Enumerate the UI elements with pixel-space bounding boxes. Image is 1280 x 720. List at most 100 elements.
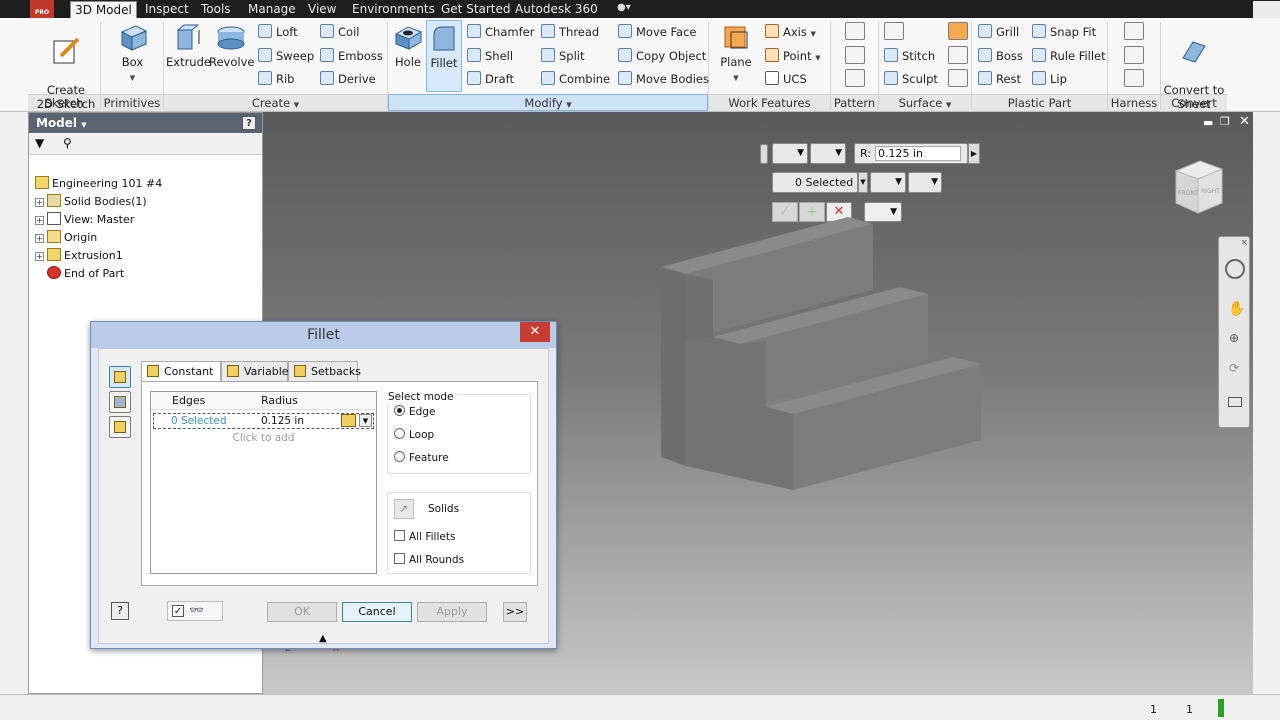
- filter-icon[interactable]: ▼: [35, 136, 44, 150]
- move-face-button[interactable]: Move Face: [618, 22, 697, 42]
- derive-button[interactable]: Derive: [320, 69, 376, 89]
- thread-button[interactable]: Thread: [541, 22, 599, 42]
- boss-button[interactable]: Boss: [978, 46, 1023, 66]
- all-rounds-checkbox[interactable]: All Rounds: [394, 553, 464, 566]
- find-binoculars-icon[interactable]: ⚲: [63, 136, 72, 150]
- snap-fit-button[interactable]: Snap Fit: [1032, 22, 1096, 42]
- edge-chain-dropdown[interactable]: ▼: [870, 172, 906, 193]
- extrude-button[interactable]: Extrude: [166, 22, 211, 90]
- pan-hand-icon[interactable]: ✋: [1228, 301, 1245, 317]
- revolve-button[interactable]: Revolve: [209, 22, 254, 90]
- ok-button[interactable]: OK: [267, 602, 337, 622]
- thicken-icon[interactable]: [884, 22, 904, 40]
- table-row[interactable]: 0 Selected 0.125 in ▼: [153, 413, 374, 429]
- tab-variable[interactable]: Variable: [221, 361, 289, 381]
- fillet-button[interactable]: Fillet: [426, 20, 462, 92]
- selection-dropdown[interactable]: ▼: [858, 172, 868, 193]
- expand-icon[interactable]: +: [35, 252, 44, 261]
- grill-button[interactable]: Grill: [978, 22, 1019, 42]
- quick-menu-icon[interactable]: ●▾: [617, 2, 631, 13]
- ucs-button[interactable]: UCS: [765, 69, 807, 89]
- rectangular-pattern-icon[interactable]: [845, 22, 865, 40]
- click-to-add-row[interactable]: Click to add: [151, 432, 376, 444]
- solids-select-arrow-icon[interactable]: ➚: [394, 499, 414, 519]
- rib-button[interactable]: Rib: [258, 69, 295, 89]
- expand-icon[interactable]: +: [35, 216, 44, 225]
- group-primitives-label[interactable]: Primitives: [101, 94, 163, 111]
- radius-field[interactable]: R: 0.125 in: [854, 143, 968, 164]
- group-create-label[interactable]: Create ▼: [164, 94, 387, 111]
- tab-3d-model[interactable]: 3D Model: [70, 1, 137, 18]
- mini-toolbar-expand[interactable]: ▶: [968, 143, 980, 164]
- collapse-arrow-icon[interactable]: ▲: [319, 633, 327, 644]
- group-surface-label[interactable]: Surface ▼: [879, 94, 971, 111]
- tab-constant[interactable]: Constant: [141, 361, 221, 382]
- tree-item-solid-bodies[interactable]: + Solid Bodies(1): [33, 193, 258, 211]
- move-bodies-button[interactable]: Move Bodies: [618, 69, 709, 89]
- preview-checkbox[interactable]: ✓: [172, 605, 184, 617]
- look-at-icon[interactable]: [1228, 397, 1242, 407]
- loft-button[interactable]: Loft: [258, 22, 298, 42]
- tree-item-end-of-part[interactable]: End of Part: [33, 265, 258, 283]
- restore-icon[interactable]: ❐: [1220, 115, 1230, 128]
- preview-toggle[interactable]: ✓ 👓: [167, 601, 223, 621]
- point-button[interactable]: Point ▼: [765, 46, 821, 66]
- tab-autodesk-360[interactable]: Autodesk 360: [515, 1, 598, 18]
- tab-environments[interactable]: Environments: [352, 1, 435, 18]
- stairs-model[interactable]: [653, 212, 993, 502]
- radio-feature[interactable]: Feature: [394, 451, 449, 464]
- hole-button[interactable]: Hole: [390, 22, 426, 90]
- nav-bar-close-icon[interactable]: ✕: [1241, 238, 1248, 247]
- patch-icon[interactable]: [948, 22, 968, 40]
- emboss-button[interactable]: Emboss: [320, 46, 383, 66]
- harness-tool-2-icon[interactable]: [1124, 46, 1144, 64]
- axis-button[interactable]: Axis ▼: [765, 22, 816, 42]
- radio-loop-dot[interactable]: [394, 428, 405, 439]
- dialog-title-bar[interactable]: Fillet: [91, 322, 556, 348]
- split-button[interactable]: Split: [541, 46, 585, 66]
- face-fillet-mode-icon[interactable]: [109, 391, 131, 413]
- zoom-icon[interactable]: ⊕: [1229, 331, 1239, 345]
- edge-selection-count[interactable]: 0 Selected: [772, 172, 858, 193]
- shell-button[interactable]: Shell: [467, 46, 513, 66]
- view-cube[interactable]: FRONT RIGHT: [1168, 157, 1228, 219]
- all-fillets-box[interactable]: [394, 530, 405, 541]
- steering-wheel-icon[interactable]: [1225, 259, 1245, 279]
- cancel-button[interactable]: Cancel: [342, 602, 412, 622]
- rule-fillet-button[interactable]: Rule Fillet: [1032, 46, 1106, 66]
- dialog-close-button[interactable]: ✕: [520, 322, 550, 342]
- trim-icon[interactable]: [948, 46, 968, 64]
- create-2d-sketch-button[interactable]: Create 2D Sketch: [35, 22, 97, 111]
- radius-dropdown[interactable]: ▼: [359, 414, 372, 427]
- tab-view[interactable]: View: [308, 1, 336, 18]
- full-round-fillet-mode-icon[interactable]: [109, 416, 131, 438]
- box-button[interactable]: Box ▼: [110, 22, 155, 90]
- group-plastic-part-label[interactable]: Plastic Part: [972, 94, 1107, 111]
- tab-setbacks[interactable]: Setbacks: [288, 361, 361, 381]
- all-fillets-checkbox[interactable]: All Fillets: [394, 530, 455, 543]
- tree-item-origin[interactable]: + Origin: [33, 229, 258, 247]
- lip-button[interactable]: Lip: [1032, 69, 1067, 89]
- radio-loop[interactable]: Loop: [394, 428, 434, 441]
- radio-edge[interactable]: Edge: [394, 405, 435, 418]
- edges-selection-cell[interactable]: 0 Selected: [171, 415, 227, 427]
- browser-help-button[interactable]: ?: [242, 116, 256, 130]
- harness-tool-3-icon[interactable]: [1124, 69, 1144, 87]
- more-options-button[interactable]: >>: [503, 602, 527, 622]
- harness-tool-1-icon[interactable]: [1124, 22, 1144, 40]
- dialog-help-button[interactable]: ?: [111, 602, 129, 620]
- close-viewport-icon[interactable]: ✕: [1239, 114, 1250, 129]
- apply-button[interactable]: Apply: [417, 602, 487, 622]
- browser-header[interactable]: Model ▼ ?: [29, 113, 262, 133]
- stitch-button[interactable]: Stitch: [884, 46, 935, 66]
- setback-dropdown[interactable]: ▼: [908, 172, 942, 193]
- tree-item-extrusion1[interactable]: + Extrusion1: [33, 247, 258, 265]
- expand-icon[interactable]: +: [35, 198, 44, 207]
- draft-button[interactable]: Draft: [467, 69, 514, 89]
- mirror-icon[interactable]: [845, 69, 865, 87]
- group-work-features-label[interactable]: Work Features: [709, 94, 830, 111]
- radius-input[interactable]: 0.125 in: [875, 146, 961, 161]
- tab-get-started[interactable]: Get Started: [441, 1, 511, 18]
- group-pattern-label[interactable]: Pattern: [831, 94, 878, 111]
- group-modify-label[interactable]: Modify ▼: [388, 94, 708, 111]
